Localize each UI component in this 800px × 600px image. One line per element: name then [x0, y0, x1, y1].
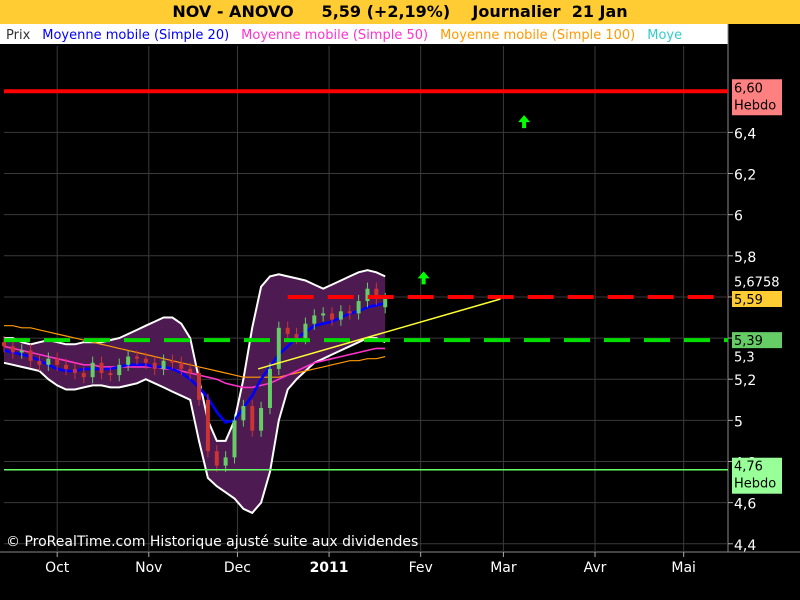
candle-body	[188, 368, 193, 374]
candle-body	[197, 373, 202, 400]
legend-item: Prix	[6, 28, 31, 43]
bollinger-band-fill	[4, 270, 386, 513]
candle-body	[37, 360, 42, 365]
price-label: 6,60	[734, 81, 763, 96]
candle-body	[134, 356, 139, 359]
y-tick-label: 6,4	[734, 126, 756, 142]
candle-body	[28, 350, 33, 361]
candle-body	[19, 350, 24, 353]
candle-body	[143, 358, 148, 363]
candle-body	[108, 373, 113, 376]
candle-body	[356, 301, 361, 314]
candle-body	[267, 368, 272, 409]
x-tick-label: Nov	[135, 560, 162, 576]
x-tick-label: Oct	[45, 560, 70, 576]
candle-body	[330, 313, 335, 320]
x-tick-label: Fev	[409, 560, 433, 576]
candle-body	[55, 358, 60, 365]
up-arrow	[518, 115, 531, 129]
y-tick-label: 6,2	[734, 168, 756, 184]
x-tick-label: 2011	[310, 560, 349, 576]
x-tick-label: Avr	[584, 560, 607, 576]
candle-body	[294, 333, 299, 339]
candle-body	[312, 315, 317, 324]
price-label: 4,76	[734, 460, 763, 475]
candle-body	[179, 362, 184, 369]
up-arrow	[417, 271, 430, 285]
x-tick-label: Dec	[224, 560, 251, 576]
y-tick-label: 4,4	[734, 538, 756, 554]
candle-body	[383, 299, 388, 308]
price-label: 5,6758	[734, 276, 780, 291]
legend-item: Moyenne mobile (Simple 20)	[42, 28, 229, 43]
candle-body	[241, 405, 246, 421]
candle-body	[223, 457, 228, 466]
candle-body	[90, 362, 95, 378]
candle-body	[46, 358, 51, 365]
candle-body	[64, 364, 69, 369]
price-label-sub: Hebdo	[734, 98, 776, 113]
price-label-sub: Hebdo	[734, 477, 776, 492]
y-tick-label: 4,6	[734, 497, 756, 513]
candle-body	[72, 368, 77, 374]
y-tick-label: 6	[734, 209, 743, 225]
chart-canvas[interactable]: Prix Moyenne mobile (Simple 20) Moyenne mo…	[0, 0, 800, 600]
candle-body	[117, 364, 122, 376]
copyright-text: © ProRealTime.com Historique ajusté suit…	[6, 534, 419, 550]
legend-item: Moye	[647, 28, 682, 43]
legend-item: Moyenne mobile (Simple 100)	[440, 28, 635, 43]
x-tick-label: Mai	[671, 560, 696, 576]
candle-body	[232, 420, 237, 458]
candle-body	[365, 288, 370, 302]
price-label: 5,3	[734, 351, 755, 366]
candle-body	[214, 451, 219, 466]
candle-body	[126, 356, 131, 365]
candle-body	[10, 346, 15, 353]
legend-item: Moyenne mobile (Simple 50)	[241, 28, 428, 43]
y-tick-label: 5,2	[734, 373, 756, 389]
candle-body	[81, 373, 86, 378]
candle-body	[99, 362, 104, 374]
candle-body	[250, 405, 255, 431]
candle-body	[321, 313, 326, 316]
candle-body	[2, 342, 6, 347]
y-tick-label: 5	[734, 414, 743, 430]
candle-body	[338, 311, 343, 320]
y-tick-label: 5,8	[734, 250, 756, 266]
candle-body	[152, 362, 157, 369]
chart-root: NOV - ANOVO 5,59 (+2,19%) Journalier 21 …	[0, 0, 800, 600]
candle-body	[303, 323, 308, 339]
candle-body	[347, 311, 352, 314]
candle-body	[205, 399, 210, 452]
candle-body	[170, 360, 175, 363]
candle-body	[285, 327, 290, 334]
price-label: 5,59	[734, 293, 763, 308]
x-tick-label: Mar	[490, 560, 517, 576]
candle-body	[259, 408, 264, 431]
candle-body	[161, 360, 166, 369]
price-label: 5,39	[734, 334, 763, 349]
